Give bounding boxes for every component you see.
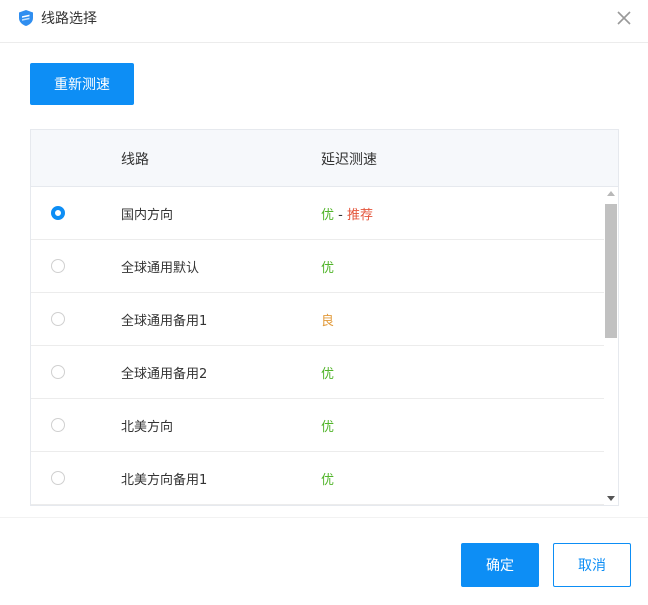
table-header: 线路 延迟测速	[31, 130, 618, 187]
table-row[interactable]: 北美方向 优	[31, 399, 604, 452]
table-row[interactable]: 全球通用默认 优	[31, 240, 604, 293]
route-table: 线路 延迟测速 国内方向 优 - 推荐 全球通用默认 优 全球通用备用1 良 全…	[30, 129, 619, 506]
route-name: 全球通用备用1	[121, 314, 208, 329]
latency-status: 优 - 推荐	[321, 204, 373, 223]
latency-quality: 良	[321, 314, 335, 329]
column-header-latency: 延迟测速	[321, 152, 377, 168]
cancel-button[interactable]: 取消	[553, 543, 631, 587]
confirm-button[interactable]: 确定	[461, 543, 539, 587]
latency-quality: 优	[321, 473, 335, 488]
table-body: 国内方向 优 - 推荐 全球通用默认 优 全球通用备用1 良 全球通用备用2 优…	[31, 187, 604, 505]
title-bar: 线路选择	[0, 0, 648, 43]
table-row[interactable]: 全球通用备用1 良	[31, 293, 604, 346]
table-row[interactable]: 国内方向 优 - 推荐	[31, 187, 604, 240]
latency-quality: 优	[321, 261, 335, 276]
footer-divider	[0, 517, 648, 518]
recommend-tag: 推荐	[346, 208, 373, 223]
latency-separator: -	[334, 208, 347, 223]
route-name: 北美方向	[121, 420, 174, 435]
latency-status: 优	[321, 416, 334, 435]
latency-status: 良	[321, 310, 334, 329]
column-header-route: 线路	[121, 152, 149, 168]
route-radio[interactable]	[51, 471, 65, 485]
route-radio[interactable]	[51, 259, 65, 273]
route-radio[interactable]	[51, 365, 65, 379]
vertical-scrollbar[interactable]	[604, 187, 618, 505]
latency-status: 优	[321, 363, 334, 382]
route-name: 国内方向	[121, 208, 174, 223]
latency-status: 优	[321, 257, 334, 276]
close-icon[interactable]	[614, 8, 634, 28]
latency-quality: 优	[321, 208, 335, 223]
window-title: 线路选择	[41, 11, 97, 27]
table-row[interactable]: 全球通用备用2 优	[31, 346, 604, 399]
route-radio-selected[interactable]	[51, 206, 65, 220]
route-radio[interactable]	[51, 418, 65, 432]
shield-icon	[19, 10, 33, 26]
retest-speed-button[interactable]: 重新测速	[30, 63, 134, 105]
latency-quality: 优	[321, 367, 335, 382]
scroll-up-arrow-icon[interactable]	[607, 191, 615, 196]
route-name: 全球通用备用2	[121, 367, 208, 382]
table-row[interactable]: 北美方向备用1 优	[31, 452, 604, 505]
scrollbar-thumb[interactable]	[605, 204, 617, 338]
route-name: 北美方向备用1	[121, 473, 208, 488]
route-radio[interactable]	[51, 312, 65, 326]
latency-quality: 优	[321, 420, 335, 435]
route-name: 全球通用默认	[121, 261, 200, 276]
latency-status: 优	[321, 469, 334, 488]
scroll-down-arrow-icon[interactable]	[607, 496, 615, 501]
